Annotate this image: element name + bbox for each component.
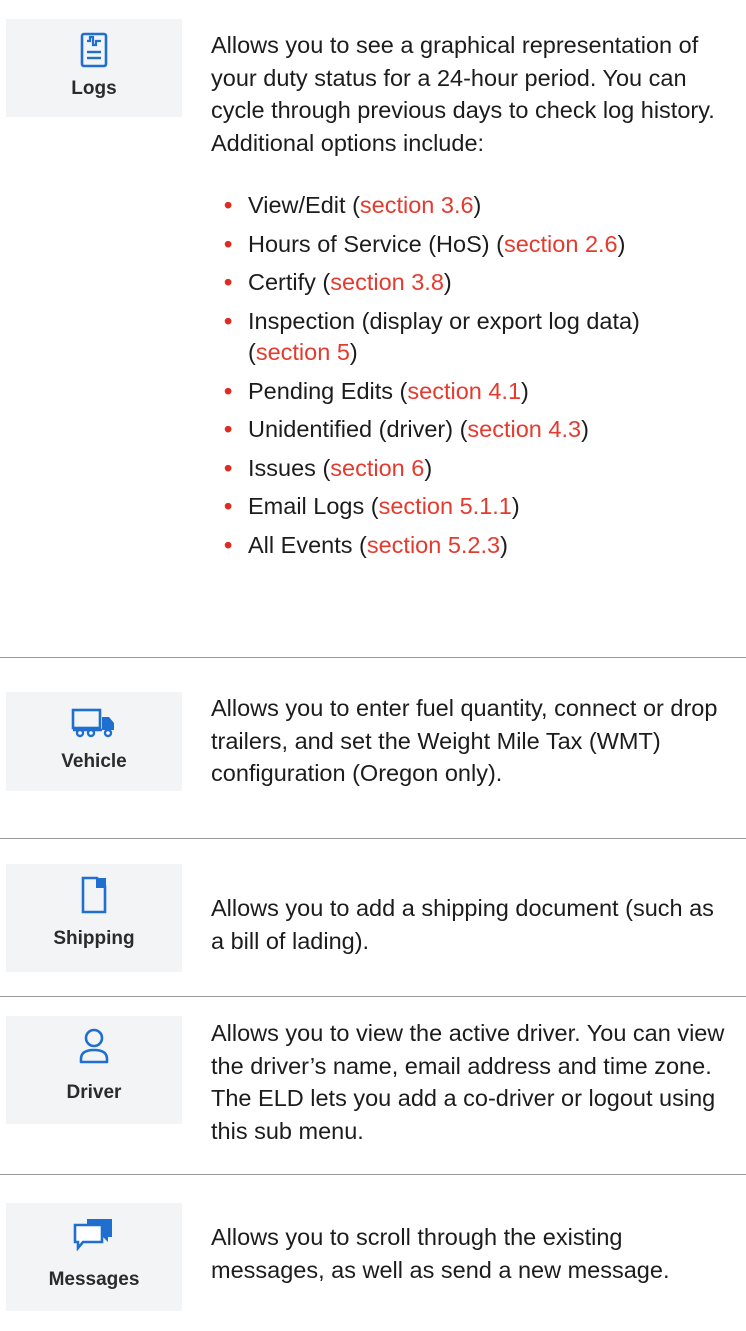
list-item: • Inspection (display or export log data)…: [224, 307, 640, 366]
logs-section: Logs Allows you to see a graphical repre…: [0, 0, 746, 676]
logs-tile-label: Logs: [71, 78, 117, 99]
shipping-section: Shipping Allows you to add a shipping do…: [0, 839, 746, 995]
bullet-icon: •: [224, 377, 233, 404]
section-link[interactable]: section 3.8: [330, 269, 444, 295]
shipping-tile-label: Shipping: [53, 928, 135, 949]
bullet-icon: •: [224, 454, 233, 481]
list-item: • View/Edit (section 3.6): [224, 190, 724, 222]
list-item: • Pending Edits (section 4.1): [224, 376, 724, 408]
logs-options-list: • View/Edit (section 3.6) • Hours of Servi…: [224, 190, 724, 568]
vehicle-tile-label: Vehicle: [61, 751, 127, 772]
logs-description: Allows you to see a graphical representa…: [211, 32, 715, 156]
section-link[interactable]: section 5.1.1: [379, 493, 512, 519]
bullet-icon: •: [224, 307, 233, 334]
section-link[interactable]: section 6: [330, 455, 424, 481]
section-link[interactable]: section 5: [256, 339, 350, 365]
messages-description: Allows you to scroll through the existin…: [211, 1224, 670, 1283]
logs-tile[interactable]: Logs: [6, 19, 182, 117]
shipping-tile[interactable]: Shipping: [6, 864, 182, 972]
list-item: • Unidentified (driver) (section 4.3): [224, 414, 724, 446]
messages-tile-label: Messages: [48, 1269, 140, 1290]
person-icon: [79, 1028, 109, 1064]
list-item: • Hours of Service (HoS) (section 2.6): [224, 229, 724, 261]
list-item: • Email Logs (section 5.1.1): [224, 491, 724, 523]
vehicle-tile[interactable]: Vehicle: [6, 692, 182, 791]
vehicle-section: Vehicle Allows you to enter fuel quantit…: [0, 658, 746, 839]
list-item: • All Events (section 5.2.3): [224, 530, 724, 562]
section-link[interactable]: section 5.2.3: [367, 532, 500, 558]
bullet-icon: •: [224, 230, 233, 257]
messages-section: Messages Allows you to scroll through th…: [0, 1175, 746, 1331]
section-link[interactable]: section 3.6: [360, 192, 474, 218]
driver-section: Driver Allows you to view the active dri…: [0, 997, 746, 1175]
bullet-icon: •: [224, 416, 233, 442]
chat-bubbles-icon: [73, 1219, 112, 1251]
bullet-icon: •: [224, 269, 233, 295]
list-item: • Issues (section 6): [224, 453, 724, 485]
section-link[interactable]: section 2.6: [504, 231, 618, 257]
bullet-icon: •: [224, 493, 233, 519]
bullet-icon: •: [224, 192, 233, 218]
section-link[interactable]: section 4.3: [467, 416, 581, 442]
messages-tile[interactable]: Messages: [6, 1203, 182, 1311]
logs-icon: [80, 32, 108, 68]
list-item: • Certify (section 3.8): [224, 267, 724, 299]
section-link[interactable]: section 4.1: [407, 378, 521, 404]
shipping-description: Allows you to add a shipping document (s…: [211, 895, 714, 954]
truck-icon: [71, 708, 114, 738]
document-icon: [81, 876, 107, 914]
bullet-icon: •: [224, 531, 233, 558]
vehicle-description: Allows you to enter fuel quantity, conne…: [211, 695, 718, 786]
driver-tile-label: Driver: [66, 1082, 122, 1103]
driver-tile[interactable]: Driver: [6, 1016, 182, 1124]
driver-description: Allows you to view the active driver. Yo…: [211, 1020, 725, 1144]
